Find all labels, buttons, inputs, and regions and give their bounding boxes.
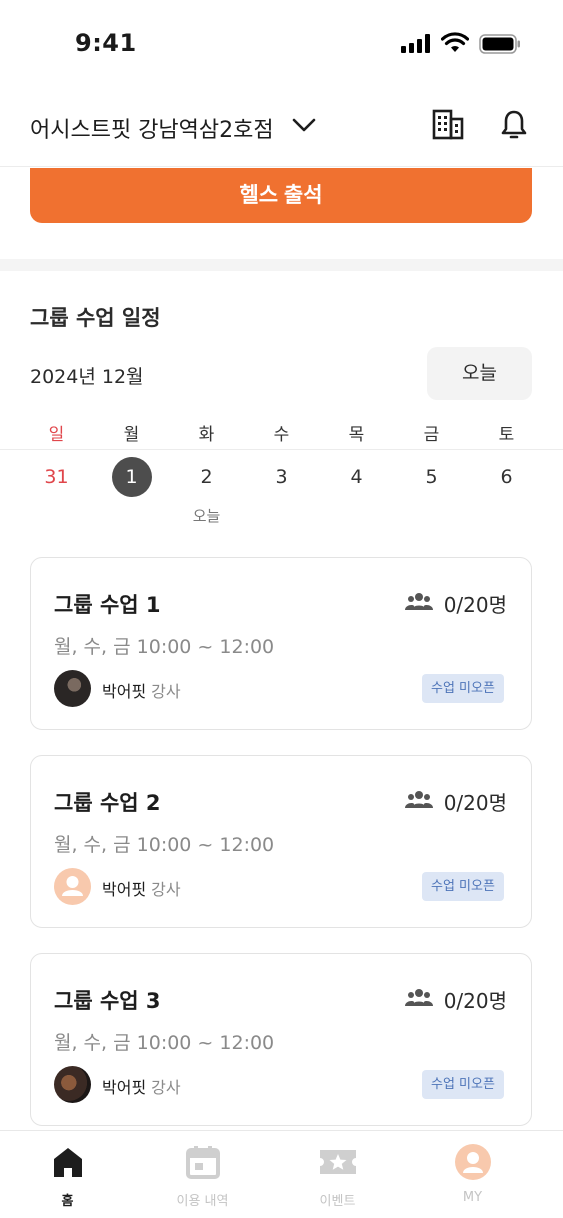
instructor-name: 박어핏 강사 — [102, 1078, 181, 1097]
branch-selector-label[interactable]: 어시스트핏 강남역삼2호점 — [30, 112, 274, 144]
instructor-avatar — [54, 670, 91, 707]
date-cell[interactable]: 31 — [19, 457, 94, 497]
tab-events[interactable]: 이벤트 — [270, 1131, 405, 1218]
instructor-avatar — [54, 1066, 91, 1103]
date-strip: 31 1 2 3 4 5 6 — [19, 457, 544, 497]
class-card[interactable]: 그룹 수업 3 0/20명 월, 수, 금 10:00 ~ 12:00 박어핏 강… — [30, 953, 532, 1126]
ticket-star-icon — [319, 1150, 356, 1174]
status-time: 9:41 — [75, 29, 137, 57]
instructor-role: 강사 — [151, 880, 181, 899]
status-badge: 수업 미오픈 — [422, 674, 504, 703]
tab-usage-history[interactable]: 이용 내역 — [135, 1131, 270, 1218]
date-cell[interactable]: 5 — [394, 457, 469, 497]
weekday-label: 금 — [423, 425, 440, 445]
date-cell-selected[interactable]: 1 — [94, 457, 169, 497]
date-cell[interactable]: 6 — [469, 457, 544, 497]
instructor-name: 박어핏 강사 — [102, 682, 181, 701]
instructor-role: 강사 — [151, 1078, 181, 1097]
building-icon[interactable] — [431, 108, 465, 142]
weekday-label: 월 — [123, 425, 140, 445]
weekday-label: 목 — [348, 425, 365, 445]
status-badge: 수업 미오픈 — [422, 872, 504, 901]
capacity-count: 0/20명 — [443, 989, 507, 1013]
chevron-down-icon[interactable] — [291, 114, 317, 136]
class-title: 그룹 수업 3 — [54, 989, 161, 1013]
person-icon — [62, 876, 83, 896]
weekday-label: 토 — [498, 425, 515, 445]
profile-icon — [454, 1144, 491, 1180]
app-header: 어시스트핏 강남역삼2호점 — [0, 90, 563, 167]
instructor-role: 강사 — [151, 682, 181, 701]
weekday-label: 수 — [273, 425, 290, 445]
wifi-icon — [441, 32, 469, 52]
bottom-tab-bar: 홈 이용 내역 이벤트 MY — [0, 1130, 563, 1218]
class-card[interactable]: 그룹 수업 1 0/20명 월, 수, 금 10:00 ~ 12:00 박어핏 강… — [30, 557, 532, 730]
class-card[interactable]: 그룹 수업 2 0/20명 월, 수, 금 10:00 ~ 12:00 박어핏 강… — [30, 755, 532, 928]
status-bar: 9:41 — [0, 0, 563, 90]
date-cell[interactable]: 2 — [169, 457, 244, 497]
today-button[interactable]: 오늘 — [427, 347, 532, 400]
divider — [0, 449, 563, 450]
people-icon — [405, 593, 433, 610]
month-label: 2024년 12월 — [30, 366, 144, 388]
calendar-icon — [185, 1146, 220, 1179]
tab-home[interactable]: 홈 — [0, 1131, 135, 1218]
class-schedule: 월, 수, 금 10:00 ~ 12:00 — [54, 1032, 275, 1054]
class-schedule: 월, 수, 금 10:00 ~ 12:00 — [54, 636, 275, 658]
capacity-count: 0/20명 — [443, 791, 507, 815]
bell-icon[interactable] — [499, 108, 529, 142]
section-title: 그룹 수업 일정 — [30, 306, 161, 330]
instructor-avatar — [54, 868, 91, 905]
class-title: 그룹 수업 2 — [54, 791, 161, 815]
date-cell[interactable]: 3 — [244, 457, 319, 497]
weekday-label: 화 — [198, 425, 215, 445]
home-icon — [53, 1148, 82, 1177]
battery-icon — [479, 34, 520, 54]
people-icon — [405, 989, 433, 1006]
weekday-label: 일 — [48, 425, 65, 445]
people-icon — [405, 791, 433, 808]
cellular-signal-icon — [401, 34, 430, 53]
status-badge: 수업 미오픈 — [422, 1070, 504, 1099]
date-cell[interactable]: 4 — [319, 457, 394, 497]
class-schedule: 월, 수, 금 10:00 ~ 12:00 — [54, 834, 275, 856]
class-title: 그룹 수업 1 — [54, 593, 161, 617]
today-caption: 오늘 — [192, 507, 221, 525]
section-divider — [0, 259, 563, 271]
tab-my[interactable]: MY — [405, 1131, 540, 1218]
weekday-header: 일 월 화 수 목 금 토 — [19, 420, 544, 445]
capacity-count: 0/20명 — [443, 593, 507, 617]
instructor-name: 박어핏 강사 — [102, 880, 181, 899]
health-checkin-button[interactable]: 헬스 출석 — [30, 168, 532, 223]
